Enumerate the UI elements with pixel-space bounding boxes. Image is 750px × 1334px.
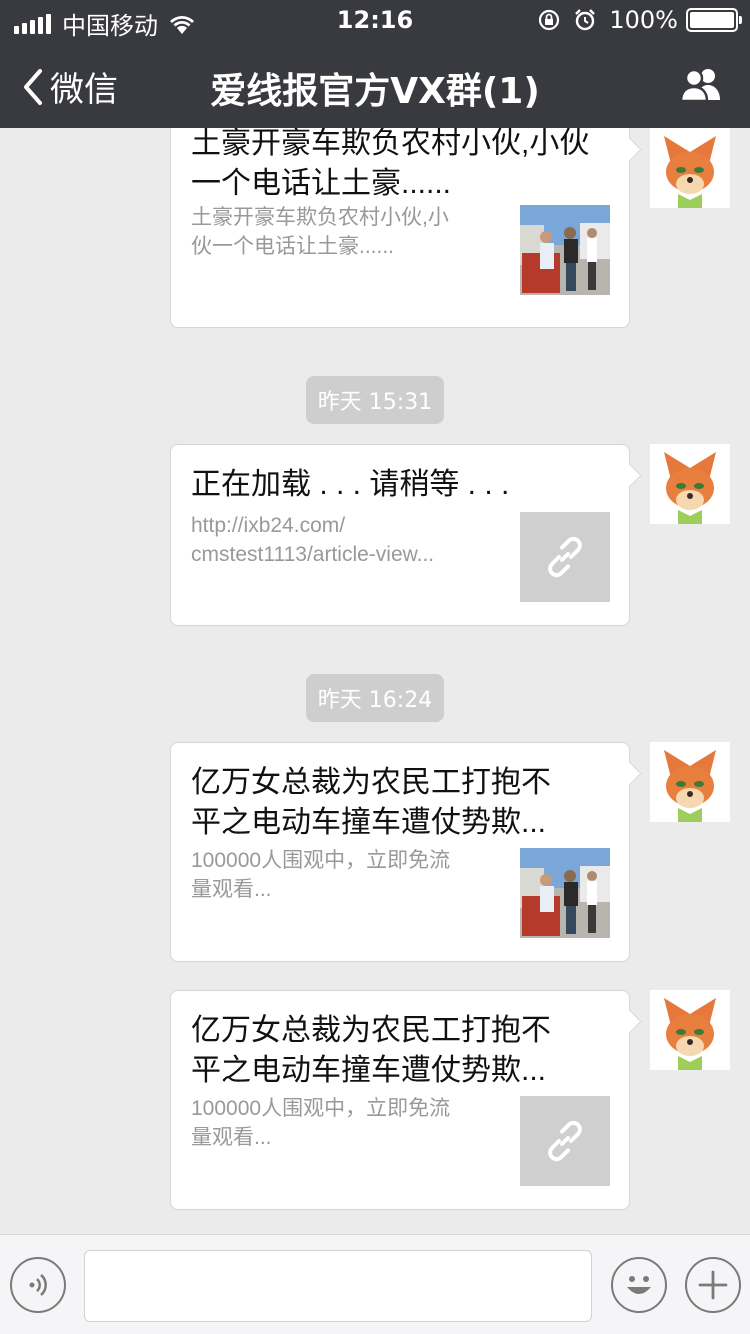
plus-icon [698,1270,728,1300]
card-desc-line: 100000人围观中，立即免流 [191,849,451,872]
voice-button[interactable] [10,1257,66,1313]
timestamp: 昨天 16:24 [0,674,750,722]
status-bar: 中国移动 12:16 100% [0,0,750,40]
top-bar: 中国移动 12:16 100% 微信 爱线报官方VX群(1) [0,0,750,128]
card-title-line: 平之电动车撞车遭仗势欺... [191,806,547,839]
emoji-button[interactable] [611,1257,667,1313]
card-thumbnail-photo [520,205,610,295]
card-title-line: 平之电动车撞车遭仗势欺... [191,1054,547,1087]
link-card-message[interactable]: 亿万女总裁为农民工打抱不 平之电动车撞车遭仗势欺... 100000人围观中，立… [170,742,630,962]
card-thumbnail-link [520,512,610,602]
link-card-message[interactable]: 土豪开豪车欺负农村小伙,小伙一个电话让土豪...... 土豪开豪车欺负农村小伙,… [170,128,630,328]
fox-avatar-icon [650,742,730,822]
voice-icon [29,1274,47,1296]
link-card-message[interactable]: 亿万女总裁为农民工打抱不 平之电动车撞车遭仗势欺... 100000人围观中，立… [170,990,630,1210]
card-desc-line: 100000人围观中，立即免流 [191,1097,451,1120]
timestamp-label: 昨天 15:31 [305,376,445,424]
chat-area[interactable]: 土豪开豪车欺负农村小伙,小伙一个电话让土豪...... 土豪开豪车欺负农村小伙,… [0,128,750,1234]
fox-avatar-icon [650,444,730,524]
battery-icon [686,8,742,32]
nav-bar: 微信 爱线报官方VX群(1) [0,40,750,128]
more-button[interactable] [685,1257,741,1313]
rotation-lock-icon [539,9,560,31]
link-icon [548,536,582,578]
fox-avatar-icon [650,128,730,208]
card-title-line: 亿万女总裁为农民工打抱不 [191,766,551,799]
alarm-icon [575,9,596,31]
message-input[interactable] [84,1250,592,1322]
card-desc-line: 量观看... [191,878,272,901]
avatar[interactable] [650,444,730,524]
card-thumbnail-photo [520,848,610,938]
battery-percent: 100% [609,6,678,34]
card-desc-line: 土豪开豪车欺负农村小伙,小 [191,206,449,229]
card-title-line: 亿万女总裁为农民工打抱不 [191,1014,551,1047]
card-desc-line: 量观看... [191,1126,272,1149]
avatar[interactable] [650,742,730,822]
card-desc-line: 伙一个电话让土豪...... [191,235,395,258]
card-thumbnail-link [520,1096,610,1186]
card-desc-line: cmstest1113/article-view... [191,543,435,566]
fox-avatar-icon [650,990,730,1070]
input-bar [0,1234,750,1334]
avatar[interactable] [650,128,730,208]
link-card-message[interactable]: 正在加载 . . . 请稍等 . . . http://ixb24.com/ c… [170,444,630,626]
avatar[interactable] [650,990,730,1070]
chat-title: 爱线报官方VX群(1) [210,71,540,112]
emoji-icon [627,1276,651,1294]
card-desc-line: http://ixb24.com/ [191,514,346,537]
link-icon [548,1120,582,1162]
timestamp: 昨天 15:31 [0,376,750,424]
group-members-icon[interactable] [678,66,724,102]
card-title: 正在加载 . . . 请稍等 . . . [191,468,510,501]
card-title: 土豪开豪车欺负农村小伙,小伙一个电话让土豪...... [191,128,590,200]
timestamp-label: 昨天 16:24 [305,674,445,722]
